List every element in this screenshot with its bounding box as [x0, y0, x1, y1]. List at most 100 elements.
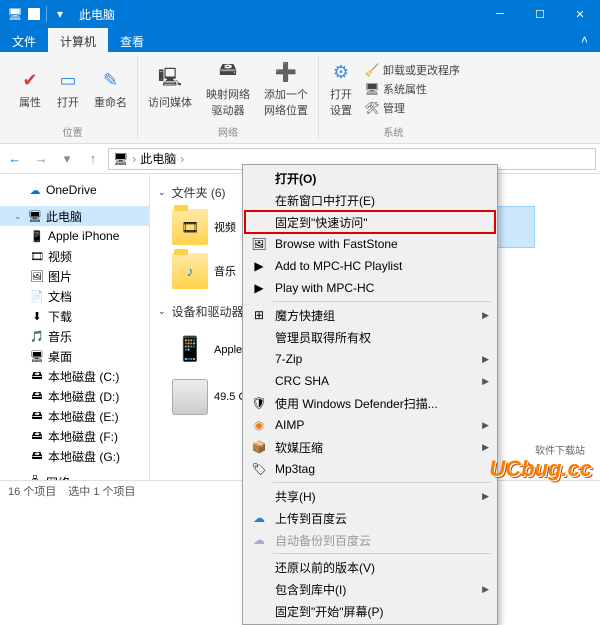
label: 此电脑: [46, 208, 82, 225]
sidebar-item-disk-d[interactable]: 🖴本地磁盘 (D:): [0, 386, 149, 406]
pc-icon: 🖥: [28, 209, 42, 223]
separator: [46, 6, 47, 22]
label: Mp3tag: [275, 462, 315, 476]
label: 包含到库中(I): [275, 581, 346, 598]
settings-icon: ⚙: [329, 60, 353, 84]
label: 网络: [46, 474, 70, 481]
sys-properties-button[interactable]: 🖥 系统属性: [363, 80, 462, 98]
sidebar-item-documents[interactable]: 📄文档: [0, 286, 149, 306]
ctx-admin-owner[interactable]: 管理员取得所有权: [245, 326, 495, 348]
ctx-mpc-add[interactable]: ▶Add to MPC-HC Playlist: [245, 255, 495, 277]
ctx-pin-start[interactable]: 固定到"开始"屏幕(P): [245, 600, 495, 622]
uninstall-button[interactable]: 🧹卸载或更改程序: [363, 61, 462, 79]
minimize-button[interactable]: ─: [480, 0, 520, 28]
rename-button[interactable]: ✎ 重命名: [90, 56, 131, 122]
ctx-open-new-window[interactable]: 在新窗口中打开(E): [245, 189, 495, 211]
sidebar-item-pictures[interactable]: 🖼图片: [0, 266, 149, 286]
desktop-icon: 🖥: [30, 349, 44, 363]
label: 音乐: [48, 328, 72, 345]
chevron-right-icon: ▶: [482, 310, 489, 321]
ctx-baidu-upload[interactable]: ☁上传到百度云: [245, 507, 495, 529]
ctx-pin-quick-access[interactable]: 固定到"快速访问": [245, 211, 495, 233]
history-dropdown[interactable]: ▾: [56, 148, 78, 170]
sys-prop-icon: 🖥: [365, 82, 379, 96]
access-media-button[interactable]: 🖳 访问媒体: [144, 56, 196, 122]
ctx-crc-sha[interactable]: CRC SHA▶: [245, 370, 495, 392]
baidu-icon: ☁: [251, 532, 267, 548]
pc-icon: 🖥: [8, 7, 22, 21]
shield-icon: 🛡: [251, 395, 267, 411]
tab-file[interactable]: 文件: [0, 28, 48, 52]
add-network-button[interactable]: ➕ 添加一个 网络位置: [260, 56, 312, 122]
add-network-icon: ➕: [274, 60, 298, 84]
ribbon-group-system: ⚙ 打开 设置 🧹卸载或更改程序 🖥 系统属性 🛠管理 系统: [319, 56, 468, 139]
ctx-compress[interactable]: 📦软媒压缩▶: [245, 436, 495, 458]
ctx-open[interactable]: 打开(O): [245, 167, 495, 189]
sidebar: ☁OneDrive ⌄🖥此电脑 📱Apple iPhone 🎞视频 🖼图片 📄文…: [0, 174, 150, 480]
sidebar-item-videos[interactable]: 🎞视频: [0, 246, 149, 266]
chevron-right-icon: ▶: [482, 584, 489, 595]
label: Play with MPC-HC: [275, 281, 374, 295]
manage-icon: 🛠: [365, 101, 379, 115]
manage-button[interactable]: 🛠管理: [363, 99, 462, 117]
map-drive-button[interactable]: 🖴 映射网络 驱动器: [202, 56, 254, 122]
ctx-share[interactable]: 共享(H)▶: [245, 485, 495, 507]
ctx-mpc-play[interactable]: ▶ Play with MPC-HC: [245, 277, 495, 299]
ctx-include-library[interactable]: 包含到库中(I) ▶: [245, 578, 495, 600]
tab-computer[interactable]: 计算机: [48, 28, 108, 52]
label: 系统属性: [383, 81, 427, 97]
chevron-down-icon: ⌄: [158, 306, 166, 317]
sidebar-item-desktop[interactable]: 🖥桌面: [0, 346, 149, 366]
sidebar-item-downloads[interactable]: ⬇下载: [0, 306, 149, 326]
sidebar-item-disk-f[interactable]: 🖴本地磁盘 (F:): [0, 426, 149, 446]
open-settings-button[interactable]: ⚙ 打开 设置: [325, 56, 357, 122]
media-icon: 🖳: [158, 68, 182, 92]
phone-icon: 📱: [172, 332, 208, 368]
titlebar: 🖥 ▾ 此电脑 ─ ☐ ✕: [0, 0, 600, 28]
qat-checkbox-icon[interactable]: [28, 8, 40, 20]
ctx-7zip[interactable]: 7-Zip▶: [245, 348, 495, 370]
sidebar-item-network[interactable]: ›🖧网络: [0, 472, 149, 480]
ctx-browse-faststone[interactable]: 🖼Browse with FastStone: [245, 233, 495, 255]
group-label: 系统: [384, 122, 404, 139]
sidebar-item-onedrive[interactable]: ☁ OneDrive: [0, 180, 149, 200]
properties-button[interactable]: ✔ 属性: [14, 56, 46, 122]
label: 本地磁盘 (E:): [48, 408, 119, 425]
sidebar-item-disk-c[interactable]: 🖴本地磁盘 (C:): [0, 366, 149, 386]
maximize-button[interactable]: ☐: [520, 0, 560, 28]
ctx-defender-scan[interactable]: 🛡使用 Windows Defender扫描...: [245, 392, 495, 414]
drive-icon: [172, 379, 208, 415]
drive-icon: 🖴: [30, 429, 44, 443]
open-button[interactable]: ▭ 打开: [52, 56, 84, 122]
compress-icon: 📦: [251, 439, 267, 455]
close-button[interactable]: ✕: [560, 0, 600, 28]
mp3tag-icon: 🏷: [251, 461, 267, 477]
forward-button[interactable]: →: [30, 148, 52, 170]
label: 视频: [214, 219, 236, 235]
sidebar-item-iphone[interactable]: 📱Apple iPhone: [0, 226, 149, 246]
up-button[interactable]: ↑: [82, 148, 104, 170]
chevron-right-icon: ›: [132, 152, 136, 166]
tab-view[interactable]: 查看: [108, 28, 156, 52]
ctx-magic-group[interactable]: ⊞魔方快捷组▶: [245, 304, 495, 326]
open-icon: ▭: [56, 68, 80, 92]
ctx-aimp[interactable]: ◉AIMP▶: [245, 414, 495, 436]
chevron-right-icon: ›: [180, 152, 184, 166]
ctx-mp3tag[interactable]: 🏷 Mp3tag: [245, 458, 495, 480]
mpc-icon: ▶: [251, 280, 267, 296]
sidebar-item-disk-g[interactable]: 🖴本地磁盘 (G:): [0, 446, 149, 466]
drive-icon: 🖴: [30, 449, 44, 463]
ribbon-collapse-button[interactable]: ˄: [569, 28, 600, 52]
label: OneDrive: [46, 183, 97, 197]
sidebar-item-music[interactable]: 🎵音乐: [0, 326, 149, 346]
baidu-icon: ☁: [251, 510, 267, 526]
back-button[interactable]: ←: [4, 148, 26, 170]
sidebar-item-disk-e[interactable]: 🖴本地磁盘 (E:): [0, 406, 149, 426]
address-text: 此电脑: [140, 150, 176, 167]
sidebar-item-this-pc[interactable]: ⌄🖥此电脑: [0, 206, 149, 226]
label: 自动备份到百度云: [275, 532, 371, 549]
ctx-restore-version[interactable]: 还原以前的版本(V): [245, 556, 495, 578]
qat-dropdown-icon[interactable]: ▾: [53, 7, 67, 21]
ctx-baidu-backup: ☁ 自动备份到百度云: [245, 529, 495, 551]
onedrive-icon: ☁: [28, 183, 42, 197]
